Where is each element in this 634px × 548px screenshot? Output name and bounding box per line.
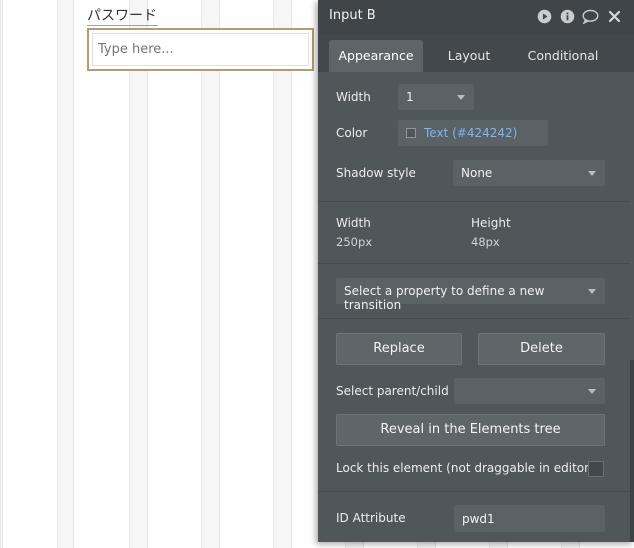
divider <box>318 491 630 492</box>
width-value: 250px <box>336 235 373 249</box>
chevron-down-icon <box>457 95 465 100</box>
tab-appearance[interactable]: Appearance <box>329 40 423 72</box>
border-width-label: Width <box>336 90 371 104</box>
lock-element-label: Lock this element (not draggable in edit… <box>336 461 594 475</box>
panel-title: Input B <box>329 8 376 23</box>
canvas-column <box>273 0 292 548</box>
id-attribute-input[interactable] <box>454 505 605 532</box>
reveal-in-elements-tree-button[interactable]: Reveal in the Elements tree <box>336 414 605 446</box>
color-swatch[interactable] <box>406 128 416 138</box>
height-label: Height <box>471 216 511 230</box>
panel-tabs: Appearance Layout Conditional <box>318 34 634 72</box>
password-input[interactable] <box>92 33 309 66</box>
color-value[interactable]: Text (#424242) <box>424 126 517 140</box>
property-editor-panel: Input B Appearance Layout Conditional Wi… <box>318 0 634 542</box>
color-label: Color <box>336 126 368 140</box>
color-picker-field[interactable]: Text (#424242) <box>398 120 548 146</box>
canvas-column <box>0 0 3 548</box>
replace-button[interactable]: Replace <box>336 333 462 365</box>
panel-header[interactable]: Input B <box>318 0 634 34</box>
chevron-down-icon <box>588 389 596 394</box>
width-label: Width <box>336 216 371 230</box>
select-parent-label: Select parent/child <box>336 384 449 398</box>
divider <box>318 263 630 264</box>
canvas-column <box>129 0 148 548</box>
comment-icon[interactable] <box>582 9 599 25</box>
canvas-column <box>57 0 74 548</box>
canvas-column <box>201 0 220 548</box>
close-icon[interactable] <box>607 9 622 24</box>
lock-element-checkbox[interactable] <box>588 461 604 477</box>
password-label[interactable]: パスワード <box>87 8 158 26</box>
transition-property-dropdown[interactable]: Select a property to define a new transi… <box>336 278 605 312</box>
chevron-down-icon <box>588 171 596 176</box>
delete-button[interactable]: Delete <box>478 333 605 365</box>
height-value: 48px <box>471 235 500 249</box>
chevron-down-icon <box>588 289 596 294</box>
tab-conditional[interactable]: Conditional <box>516 40 610 72</box>
panel-scrollbar[interactable] <box>630 360 634 542</box>
id-attribute-label: ID Attribute <box>336 511 406 525</box>
border-width-dropdown[interactable]: 1 <box>398 84 474 110</box>
shadow-style-value: None <box>461 166 493 180</box>
tab-layout[interactable]: Layout <box>429 40 509 72</box>
divider <box>318 201 630 202</box>
select-parent-dropdown[interactable] <box>454 378 605 404</box>
play-icon[interactable] <box>537 9 552 24</box>
border-width-value: 1 <box>406 90 414 104</box>
divider <box>318 318 630 319</box>
transition-placeholder: Select a property to define a new transi… <box>344 284 545 312</box>
shadow-style-label: Shadow style <box>336 166 416 180</box>
info-icon[interactable] <box>560 9 575 24</box>
shadow-style-dropdown[interactable]: None <box>453 160 605 186</box>
selected-input-outline[interactable] <box>87 28 314 71</box>
